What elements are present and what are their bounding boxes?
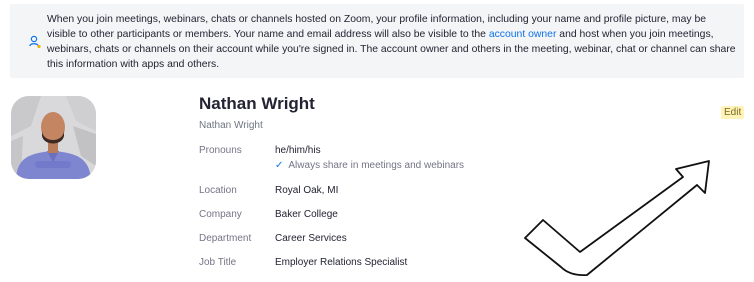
department-value: Career Services bbox=[275, 233, 347, 244]
privacy-notice-text: When you join meetings, webinars, chats … bbox=[47, 12, 737, 72]
pronouns-share-note: Always share in meetings and webinars bbox=[288, 160, 465, 171]
company-label: Company bbox=[199, 209, 242, 220]
location-value: Royal Oak, MI bbox=[275, 185, 339, 196]
edit-button[interactable]: Edit bbox=[721, 106, 745, 119]
checkmark-icon: ✓ bbox=[275, 160, 284, 171]
company-value: Baker College bbox=[275, 209, 338, 220]
job-title-label: Job Title bbox=[199, 257, 237, 268]
job-title-value: Employer Relations Specialist bbox=[275, 257, 408, 268]
profile-name: Nathan Wright bbox=[199, 94, 315, 113]
pronouns-label: Pronouns bbox=[199, 145, 242, 156]
department-label: Department bbox=[199, 233, 252, 244]
account-owner-link[interactable]: account owner bbox=[489, 29, 557, 40]
user-privacy-icon bbox=[29, 35, 41, 49]
pronouns-share-setting: ✓ Always share in meetings and webinars bbox=[275, 160, 464, 171]
profile-photo bbox=[11, 96, 96, 179]
avatar[interactable] bbox=[11, 96, 96, 179]
profile-display-name: Nathan Wright bbox=[199, 120, 263, 131]
location-label: Location bbox=[199, 185, 237, 196]
privacy-notice: When you join meetings, webinars, chats … bbox=[10, 4, 744, 78]
pronouns-value: he/him/his bbox=[275, 145, 321, 156]
